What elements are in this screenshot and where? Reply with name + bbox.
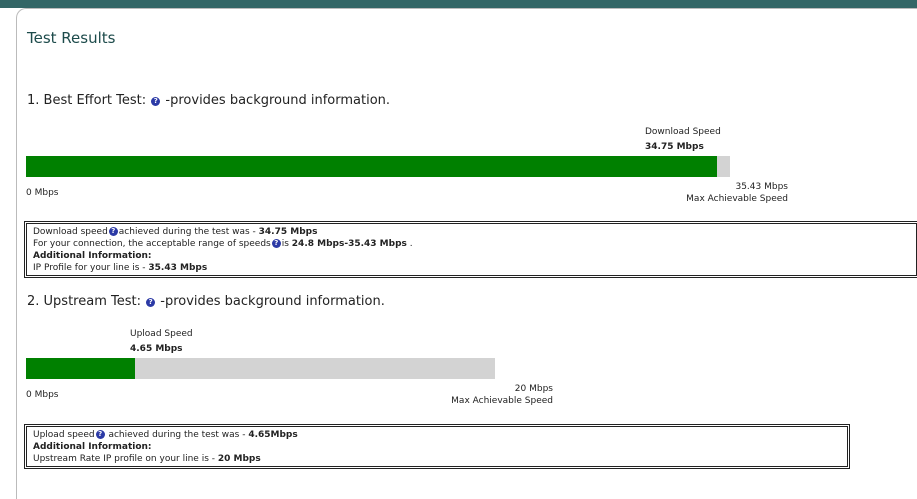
- ip-profile-label: IP Profile for your line is -: [33, 263, 149, 273]
- upstream-profile-label: Upstream Rate IP profile on your line is…: [33, 454, 218, 464]
- upstream-heading-description: -provides background information.: [160, 294, 385, 309]
- download-achieved-label: Download speed: [33, 227, 108, 237]
- upload-achieved-label: Upload speed: [33, 430, 95, 440]
- help-icon[interactable]: ?: [271, 239, 281, 248]
- top-header-bar: [0, 0, 917, 8]
- upload-speed-label: Upload Speed: [130, 329, 193, 339]
- upload-info-box: Upload speed? achieved during the test w…: [24, 424, 850, 469]
- help-icon[interactable]: ?: [108, 227, 118, 236]
- download-info-box: Download speed? achieved during the test …: [24, 221, 917, 278]
- download-speed-bar-fill: [26, 156, 717, 177]
- download-speed-label: Download Speed: [645, 127, 721, 137]
- upload-achieved-text: achieved during the test was -: [105, 430, 249, 440]
- upload-achieved-value: 4.65Mbps: [248, 430, 298, 440]
- additional-info-heading: Additional Information:: [33, 251, 152, 261]
- best-effort-heading-description: -provides background information.: [165, 93, 391, 108]
- download-speed-bar: [26, 156, 730, 177]
- upstream-heading: 2. Upstream Test: ? -provides background…: [27, 294, 385, 309]
- ip-profile-row: IP Profile for your line is - 35.43 Mbps: [33, 262, 910, 274]
- help-icon[interactable]: ?: [95, 430, 105, 439]
- acceptable-range-label: For your connection, the acceptable rang…: [33, 239, 271, 249]
- upstream-heading-label: 2. Upstream Test:: [27, 294, 141, 309]
- download-achieved-row: Download speed? achieved during the test …: [33, 226, 910, 238]
- upload-max-value: 20 Mbps: [514, 384, 553, 394]
- upload-additional-info-heading: Additional Information:: [33, 442, 152, 452]
- upload-speed-value: 4.65 Mbps: [130, 344, 183, 354]
- acceptable-range-end: .: [406, 239, 413, 249]
- upload-min-label: 0 Mbps: [26, 390, 59, 400]
- best-effort-heading-label: 1. Best Effort Test:: [27, 93, 147, 108]
- upstream-profile-row: Upstream Rate IP profile on your line is…: [33, 453, 841, 465]
- acceptable-range-value: 24.8 Mbps-35.43 Mbps: [291, 239, 407, 249]
- help-icon[interactable]: ?: [151, 97, 161, 106]
- download-achieved-text: achieved during the test was -: [118, 227, 259, 237]
- ip-profile-value: 35.43 Mbps: [148, 263, 208, 273]
- upload-max-label: Max Achievable Speed: [451, 396, 553, 406]
- download-min-label: 0 Mbps: [26, 188, 59, 198]
- download-max-value: 35.43 Mbps: [735, 182, 788, 192]
- help-icon[interactable]: ?: [146, 298, 156, 307]
- acceptable-range-text: is: [281, 239, 292, 249]
- upload-speed-bar: [26, 358, 495, 379]
- download-achieved-value: 34.75 Mbps: [258, 227, 318, 237]
- upstream-profile-value: 20 Mbps: [217, 454, 261, 464]
- page-title: Test Results: [27, 29, 116, 47]
- upload-achieved-row: Upload speed? achieved during the test w…: [33, 429, 841, 441]
- best-effort-heading: 1. Best Effort Test: ? -provides backgro…: [27, 93, 390, 108]
- acceptable-range-row: For your connection, the acceptable rang…: [33, 238, 910, 250]
- upload-speed-bar-fill: [26, 358, 136, 379]
- download-speed-value: 34.75 Mbps: [645, 142, 704, 152]
- download-max-label: Max Achievable Speed: [686, 194, 788, 204]
